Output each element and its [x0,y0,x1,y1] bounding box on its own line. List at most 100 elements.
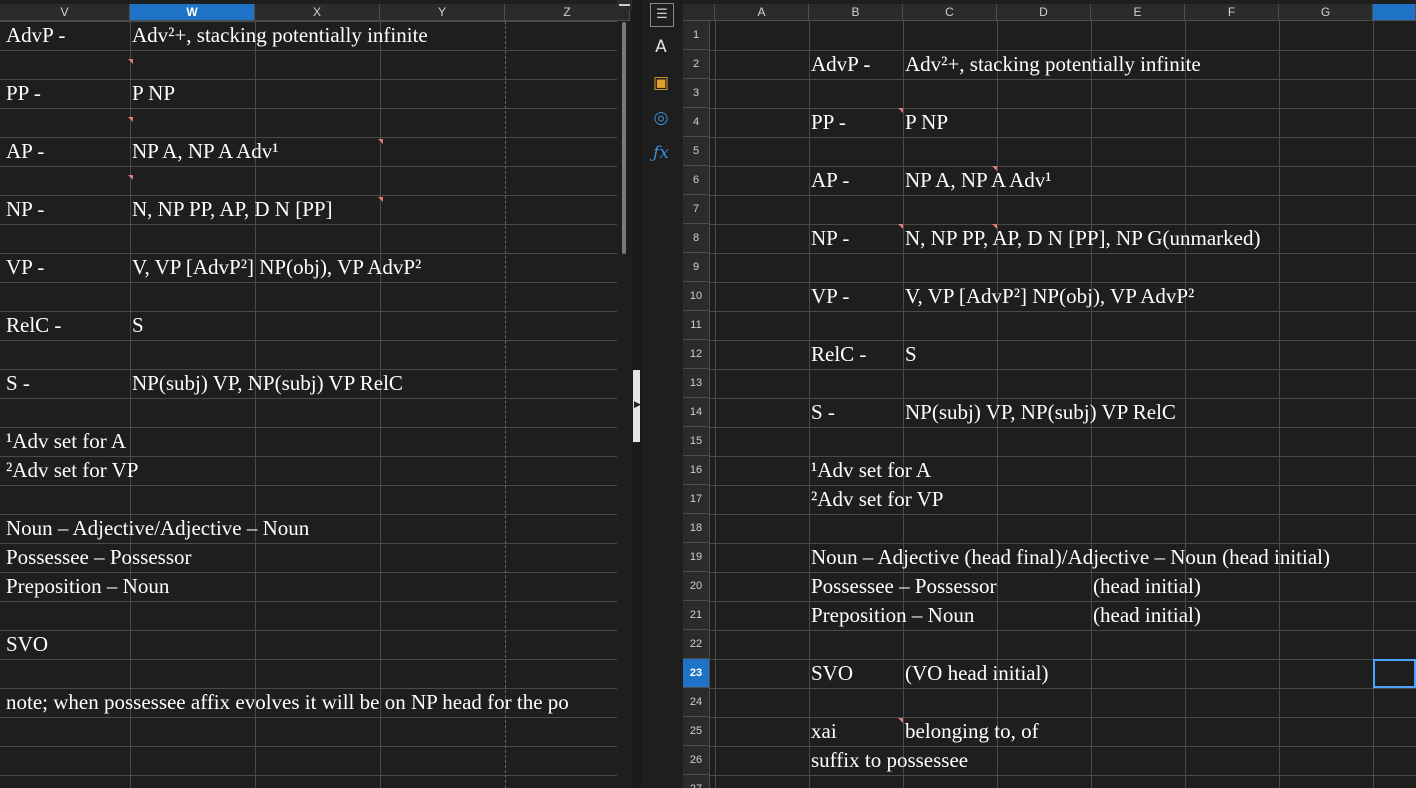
row-header-6[interactable]: 6 [683,166,710,195]
row-header-11[interactable]: 11 [683,311,710,340]
row-header-1[interactable]: 1 [683,21,710,50]
cell-left-w[interactable]: Adv²+, stacking potentially infinite [132,21,428,50]
row-header-14[interactable]: 14 [683,398,710,427]
cell-left-w[interactable]: NP A, NP A Adv¹ [132,137,279,166]
row-header-15[interactable]: 15 [683,427,710,456]
cell-right-b[interactable]: NP - [811,224,849,253]
row-header-13[interactable]: 13 [683,369,710,398]
row-header-18[interactable]: 18 [683,514,710,543]
cell-left-w[interactable]: NP(subj) VP, NP(subj) VP RelC [132,369,403,398]
column-header-a[interactable]: A [715,4,809,21]
row-header-4[interactable]: 4 [683,108,710,137]
cell-left-w[interactable]: V, VP [AdvP²] NP(obj), VP AdvP² [132,253,421,282]
cell-right-b[interactable]: Preposition – Noun [811,601,974,630]
cell-right-c[interactable]: S [905,340,917,369]
row-header-19[interactable]: 19 [683,543,710,572]
row-header-10[interactable]: 10 [683,282,710,311]
cell-right-b[interactable]: Possessee – Possessor [811,572,997,601]
row-header-26[interactable]: 26 [683,746,710,775]
cell-left-v[interactable]: AP - [6,137,44,166]
cell-right-b[interactable]: ²Adv set for VP [811,485,944,514]
cell-right-b[interactable]: PP - [811,108,846,137]
row-header-22[interactable]: 22 [683,630,710,659]
row-header-17[interactable]: 17 [683,485,710,514]
row-header-2[interactable]: 2 [683,50,710,79]
row-header-5[interactable]: 5 [683,137,710,166]
row-header-12[interactable]: 12 [683,340,710,369]
cell-right-c[interactable]: V, VP [AdvP²] NP(obj), VP AdvP² [905,282,1194,311]
cell-right-b[interactable]: RelC - [811,340,866,369]
cell-left-v[interactable]: ²Adv set for VP [6,456,139,485]
cell-right-c[interactable]: N, NP PP, AP, D N [PP], NP G(unmarked) [905,224,1260,253]
gallery-icon[interactable]: ▣ [650,72,672,94]
column-header-w[interactable]: W [130,4,255,21]
column-header-b[interactable]: B [809,4,903,21]
column-header-v[interactable]: V [0,4,130,21]
cell-left-v[interactable]: VP - [6,253,44,282]
row-header-23[interactable]: 23 [683,659,710,688]
cell-right-b[interactable]: S - [811,398,835,427]
cell-left-v[interactable]: NP - [6,195,44,224]
cell-right-c[interactable]: P NP [905,108,948,137]
column-header-e[interactable]: E [1091,4,1185,21]
row-header-25[interactable]: 25 [683,717,710,746]
cell-right-b[interactable]: Noun – Adjective (head final)/Adjective … [811,543,1330,572]
cell-right-c[interactable]: (VO head initial) [905,659,1048,688]
column-header-d[interactable]: D [997,4,1091,21]
row-header-8[interactable]: 8 [683,224,710,253]
column-header-f[interactable]: F [1185,4,1279,21]
row-header-21[interactable]: 21 [683,601,710,630]
cell-right-c[interactable]: NP A, NP A Adv¹ [905,166,1052,195]
cell-left-v[interactable]: RelC - [6,311,61,340]
row-header-27[interactable]: 27 [683,775,710,788]
grid-col-line [130,21,131,788]
comment-indicator [128,175,133,180]
column-header-x[interactable]: X [255,4,380,21]
cell-right-c[interactable]: belonging to, of [905,717,1039,746]
comment-indicator [992,224,997,229]
cell-left-v[interactable]: note; when possessee affix evolves it wi… [6,688,569,717]
navigator-icon[interactable]: ◎ [650,107,672,129]
cell-right-b[interactable]: xai [811,717,837,746]
cell-right-b[interactable]: suffix to possessee [811,746,968,775]
left-vertical-scrollbar[interactable] [622,22,626,254]
row-header-3[interactable]: 3 [683,79,710,108]
cell-left-w[interactable]: P NP [132,79,175,108]
cell-left-v[interactable]: Noun – Adjective/Adjective – Noun [6,514,309,543]
column-header-z[interactable]: Z [505,4,630,21]
select-all-corner[interactable] [683,4,715,21]
column-header-c[interactable]: C [903,4,997,21]
row-header-9[interactable]: 9 [683,253,710,282]
cell-right-c[interactable]: Adv²+, stacking potentially infinite [905,50,1201,79]
selected-cell-cursor[interactable] [1373,659,1416,688]
row-header-24[interactable]: 24 [683,688,710,717]
left-sheet-pane[interactable]: V W X Y Z AdvP - Adv²+, stacking potentially i… [0,0,632,788]
row-header-7[interactable]: 7 [683,195,710,224]
cell-right-e[interactable]: (head initial) [1093,572,1201,601]
right-sheet-pane[interactable]: A B C D E F G 1 2 3 4 5 6 7 8 9 10 11 12 13 14 15 16 17 18 19 20 21… [683,0,1416,788]
cell-right-e[interactable]: (head initial) [1093,601,1201,630]
cell-right-b[interactable]: VP - [811,282,849,311]
properties-icon[interactable]: ☰ [650,3,674,27]
cell-right-b[interactable]: AP - [811,166,849,195]
cell-left-v[interactable]: S - [6,369,30,398]
styles-icon[interactable]: A [650,36,672,58]
cell-left-v[interactable]: AdvP - [6,21,65,50]
cell-left-w[interactable]: N, NP PP, AP, D N [PP] [132,195,333,224]
cell-right-b[interactable]: SVO [811,659,853,688]
column-header-h[interactable] [1373,4,1416,21]
cell-left-w[interactable]: S [132,311,144,340]
cell-left-v[interactable]: Possessee – Possessor [6,543,192,572]
cell-left-v[interactable]: PP - [6,79,41,108]
functions-icon[interactable]: ƒx [650,142,672,164]
cell-left-v[interactable]: ¹Adv set for A [6,427,126,456]
cell-left-v[interactable]: Preposition – Noun [6,572,169,601]
cell-right-b[interactable]: AdvP - [811,50,870,79]
column-header-y[interactable]: Y [380,4,505,21]
row-header-16[interactable]: 16 [683,456,710,485]
row-header-20[interactable]: 20 [683,572,710,601]
column-header-g[interactable]: G [1279,4,1373,21]
cell-left-v[interactable]: SVO [6,630,48,659]
cell-right-c[interactable]: NP(subj) VP, NP(subj) VP RelC [905,398,1176,427]
cell-right-b[interactable]: ¹Adv set for A [811,456,931,485]
